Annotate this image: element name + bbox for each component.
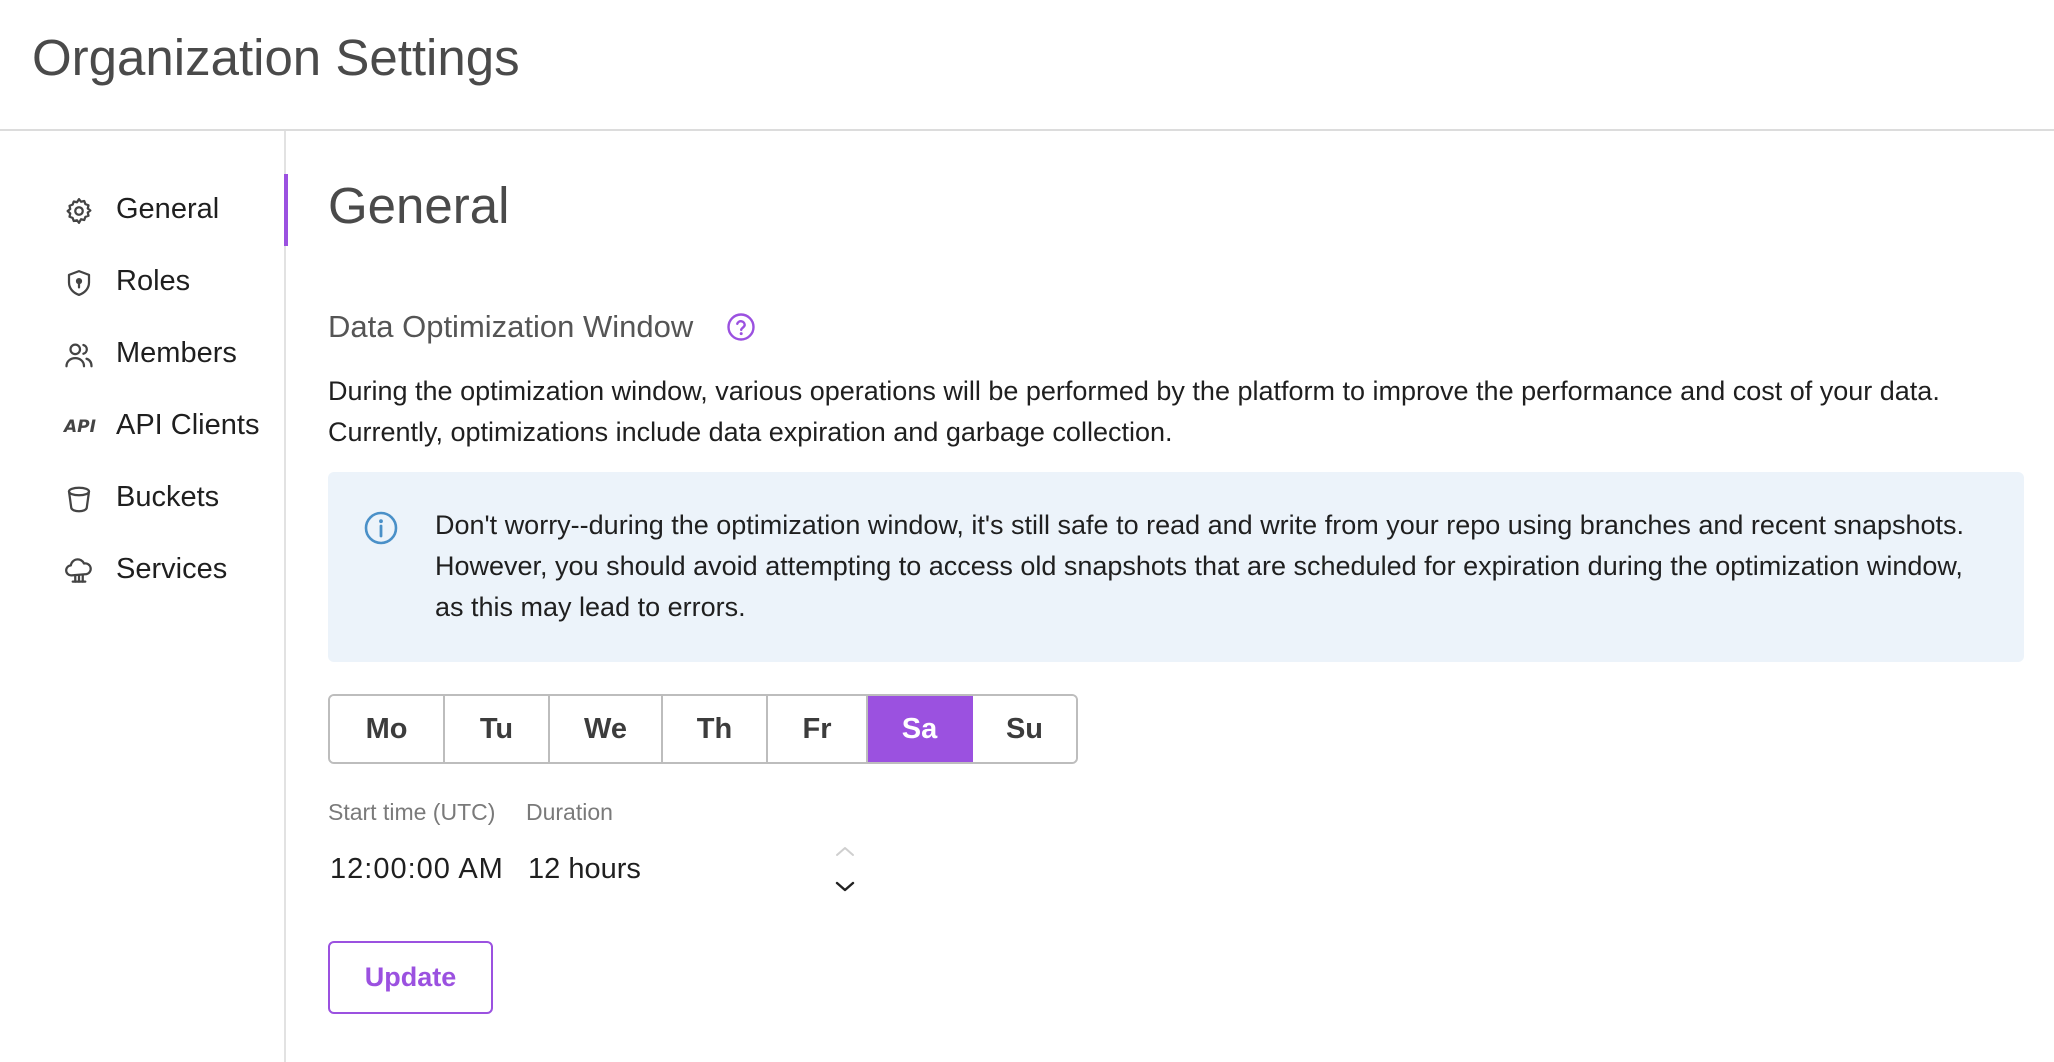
update-button[interactable]: Update (328, 941, 493, 1014)
sidebar-item-api-clients[interactable]: API API Clients (0, 390, 286, 462)
day-button-su[interactable]: Su (973, 696, 1076, 762)
chevron-down-icon[interactable] (833, 879, 857, 895)
chevron-up-icon[interactable] (833, 843, 857, 859)
start-time-label: Start time (UTC) (328, 799, 496, 825)
help-icon[interactable] (726, 312, 756, 342)
sidebar-item-members[interactable]: Members (0, 318, 286, 390)
gear-icon (64, 196, 94, 226)
day-button-th[interactable]: Th (663, 696, 768, 762)
section-title: General (328, 177, 510, 234)
users-icon (64, 340, 94, 370)
info-icon (363, 510, 399, 546)
sidebar-item-label: Members (116, 337, 237, 369)
day-button-tu[interactable]: Tu (445, 696, 550, 762)
sidebar-item-general[interactable]: General (0, 174, 288, 246)
top-bar: Organization Settings (0, 0, 2054, 131)
day-button-fr[interactable]: Fr (768, 696, 868, 762)
api-icon: API (64, 417, 96, 437)
sidebar-item-label: Services (116, 553, 228, 585)
day-button-we[interactable]: We (550, 696, 663, 762)
page-title: Organization Settings (32, 29, 520, 86)
cloud-service-icon (64, 556, 94, 586)
info-callout: Don't worry--during the optimization win… (328, 472, 2024, 662)
sidebar-item-roles[interactable]: Roles (0, 246, 286, 318)
optimization-description: During the optimization window, various … (328, 376, 1940, 447)
sidebar: General Roles Members API API Clients Bu… (0, 131, 288, 1062)
duration-input[interactable]: 12 hours (528, 851, 641, 887)
day-button-mo[interactable]: Mo (330, 696, 445, 762)
info-text: Don't worry--during the optimization win… (435, 510, 1965, 622)
start-time-input[interactable]: 12:00:00 AM (330, 851, 504, 887)
day-button-sa[interactable]: Sa (868, 696, 973, 762)
optimization-window-title: Data Optimization Window (328, 309, 694, 344)
sidebar-item-services[interactable]: Services (0, 534, 286, 606)
sidebar-item-label: General (116, 193, 220, 225)
sidebar-item-label: API Clients (116, 409, 260, 441)
sidebar-item-label: Buckets (116, 481, 220, 513)
duration-label: Duration (526, 799, 613, 825)
bucket-icon (64, 484, 94, 514)
shield-icon (64, 268, 94, 298)
sidebar-item-label: Roles (116, 265, 191, 297)
sidebar-item-buckets[interactable]: Buckets (0, 462, 286, 534)
day-selector: Mo Tu We Th Fr Sa Su (328, 694, 1078, 764)
